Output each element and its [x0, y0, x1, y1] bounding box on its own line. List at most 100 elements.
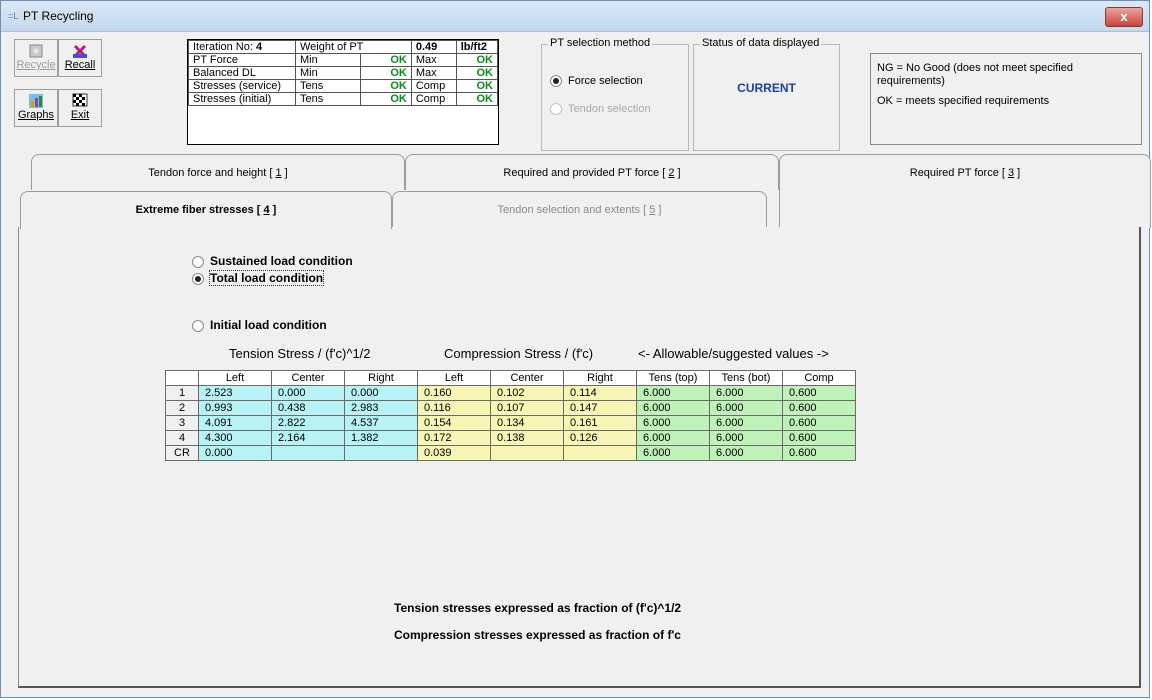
- row-max-status: OK: [455, 79, 499, 93]
- row-label: Stresses (service): [188, 79, 296, 93]
- graphs-button[interactable]: Graphs: [14, 89, 58, 127]
- table-row: CR 0.000 0.039 6.000 6.000 0.600: [165, 445, 856, 461]
- row-label: PT Force: [188, 53, 296, 67]
- row-max-label: Comp: [410, 79, 457, 93]
- tab-bracket: ]: [655, 204, 662, 216]
- tension-cell[interactable]: 0.000: [344, 385, 418, 401]
- tab-bracket: ]: [269, 204, 277, 216]
- compression-cell[interactable]: 0.147: [563, 400, 637, 416]
- title-bar[interactable]: =L PT Recycling x: [1, 1, 1149, 32]
- tension-cell[interactable]: 0.000: [198, 445, 272, 461]
- weight-unit: lb/ft2: [455, 40, 499, 54]
- row-label: 1: [165, 385, 199, 401]
- tab-required-provided-pt-force[interactable]: Required and provided PT force [ 2 ]: [405, 154, 779, 190]
- table-row: 4 4.300 2.164 1.382 0.172 0.138 0.126 6.…: [165, 430, 856, 446]
- compression-cell[interactable]: 0.160: [417, 385, 491, 401]
- allowable-cell[interactable]: 6.000: [636, 430, 710, 446]
- allowable-cell[interactable]: 0.600: [782, 430, 856, 446]
- checkered-flag-icon: [72, 93, 88, 107]
- allowable-cell[interactable]: 0.600: [782, 445, 856, 461]
- allowable-cell[interactable]: 6.000: [636, 400, 710, 416]
- graphs-label: Graphs: [17, 109, 55, 121]
- compression-cell[interactable]: 0.039: [417, 445, 491, 461]
- tab-tendon-force-height[interactable]: Tendon force and height [ 1 ]: [31, 154, 405, 190]
- exit-label: Exit: [70, 109, 90, 121]
- table-row: 3 4.091 2.822 4.537 0.154 0.134 0.161 6.…: [165, 415, 856, 431]
- row-min-status: OK: [359, 53, 412, 67]
- compression-cell[interactable]: 0.134: [490, 415, 564, 431]
- table-row: 1 2.523 0.000 0.000 0.160 0.102 0.114 6.…: [165, 385, 856, 401]
- force-selection-label: Force selection: [568, 75, 643, 87]
- compression-cell[interactable]: [490, 445, 564, 461]
- allowable-caption: <- Allowable/suggested values ->: [638, 346, 829, 361]
- compression-cell[interactable]: 0.114: [563, 385, 637, 401]
- allowable-cell[interactable]: 0.600: [782, 385, 856, 401]
- recycle-button[interactable]: Recycle: [14, 39, 58, 77]
- allowable-cell[interactable]: 6.000: [709, 385, 783, 401]
- iteration-status-grid: Iteration No: 4 Weight of PT 0.49 lb/ft2…: [187, 39, 499, 145]
- allowable-cell[interactable]: 6.000: [636, 415, 710, 431]
- allowable-cell[interactable]: 6.000: [636, 385, 710, 401]
- allowable-cell[interactable]: 6.000: [709, 415, 783, 431]
- tendon-selection-radio[interactable]: Tendon selection: [550, 103, 651, 116]
- recycle-label: Recycle: [16, 59, 56, 71]
- compression-cell[interactable]: 0.102: [490, 385, 564, 401]
- tension-cell[interactable]: 4.300: [198, 430, 272, 446]
- tab-required-pt-force[interactable]: Required PT force [ 3 ]: [779, 154, 1151, 228]
- tab-extreme-fiber-stresses[interactable]: Extreme fiber stresses [ 4 ]: [20, 191, 392, 229]
- total-load-radio[interactable]: Total load condition: [192, 270, 325, 286]
- tension-cell[interactable]: 2.822: [271, 415, 345, 431]
- allowable-cell[interactable]: 6.000: [709, 430, 783, 446]
- row-max-status: OK: [455, 92, 499, 106]
- row-label: 4: [165, 430, 199, 446]
- tension-cell[interactable]: 4.537: [344, 415, 418, 431]
- allowable-cell[interactable]: 6.000: [709, 400, 783, 416]
- pt-selection-title: PT selection method: [548, 37, 653, 49]
- tension-cell[interactable]: [344, 445, 418, 461]
- force-selection-radio[interactable]: Force selection: [550, 75, 643, 88]
- compression-cell[interactable]: 0.138: [490, 430, 564, 446]
- allowable-cell[interactable]: 6.000: [709, 445, 783, 461]
- row-min-status: OK: [359, 92, 412, 106]
- table-row: 2 0.993 0.438 2.983 0.116 0.107 0.147 6.…: [165, 400, 856, 416]
- initial-load-label: Initial load condition: [210, 318, 327, 332]
- compression-cell[interactable]: 0.161: [563, 415, 637, 431]
- compression-cell[interactable]: 0.107: [490, 400, 564, 416]
- recall-button[interactable]: Recall: [58, 39, 102, 77]
- tension-cell[interactable]: 1.382: [344, 430, 418, 446]
- row-max-status: OK: [455, 53, 499, 67]
- compression-cell[interactable]: 0.126: [563, 430, 637, 446]
- initial-load-radio[interactable]: Initial load condition: [192, 318, 327, 332]
- allowable-cell[interactable]: 6.000: [636, 445, 710, 461]
- data-status-value: CURRENT: [737, 81, 796, 95]
- tab-tendon-selection-extents[interactable]: Tendon selection and extents [ 5 ]: [392, 191, 767, 227]
- tension-cell[interactable]: 2.983: [344, 400, 418, 416]
- allowable-cell[interactable]: 0.600: [782, 400, 856, 416]
- tension-caption: Tension Stress / (f'c)^1/2: [229, 346, 371, 361]
- tab-label: Tendon force and height [: [148, 167, 276, 179]
- row-max-label: Max: [410, 53, 457, 67]
- tension-cell[interactable]: 4.091: [198, 415, 272, 431]
- data-status-group: Status of data displayed CURRENT: [693, 37, 840, 151]
- compression-cell[interactable]: 0.172: [417, 430, 491, 446]
- tension-note: Tension stresses expressed as fraction o…: [394, 601, 682, 615]
- compression-cell[interactable]: [563, 445, 637, 461]
- header-cell: Center: [490, 370, 564, 386]
- tension-cell[interactable]: 2.164: [271, 430, 345, 446]
- sustained-load-radio[interactable]: Sustained load condition: [192, 254, 353, 268]
- table-header-row: Left Center Right Left Center Right Tens…: [165, 370, 856, 386]
- radio-icon: [192, 255, 204, 268]
- tension-cell[interactable]: 0.438: [271, 400, 345, 416]
- tension-cell[interactable]: [271, 445, 345, 461]
- tab-bracket: ]: [674, 167, 681, 179]
- pt-selection-group: PT selection method Force selection Tend…: [541, 37, 689, 151]
- tension-cell[interactable]: 2.523: [198, 385, 272, 401]
- allowable-cell[interactable]: 0.600: [782, 415, 856, 431]
- compression-cell[interactable]: 0.116: [417, 400, 491, 416]
- exit-button[interactable]: Exit: [58, 89, 102, 127]
- ng-legend-text: NG = No Good (does not meet specified re…: [877, 62, 1073, 87]
- compression-cell[interactable]: 0.154: [417, 415, 491, 431]
- tension-cell[interactable]: 0.000: [271, 385, 345, 401]
- close-button[interactable]: x: [1105, 7, 1143, 27]
- tension-cell[interactable]: 0.993: [198, 400, 272, 416]
